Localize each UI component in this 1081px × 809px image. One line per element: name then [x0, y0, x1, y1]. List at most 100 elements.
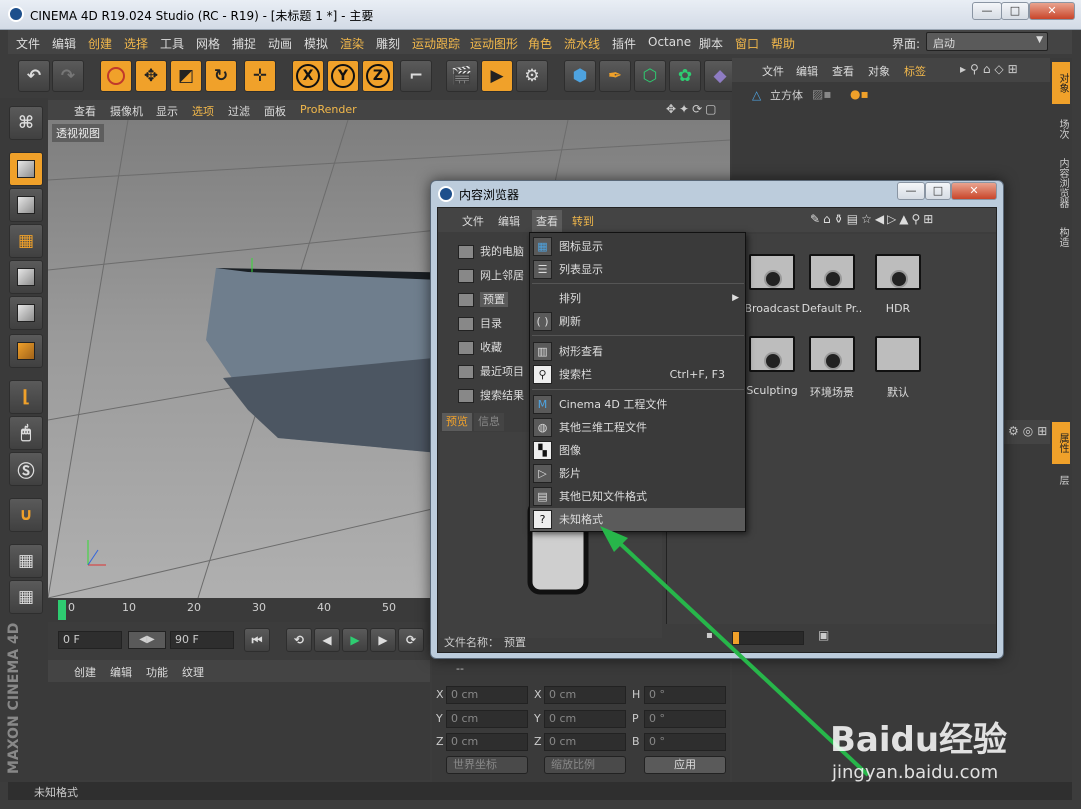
large-thumbnail-icon[interactable]: ▣ — [818, 628, 829, 642]
tab-structure[interactable]: 构造 — [1052, 216, 1070, 258]
magnet-button[interactable]: ∪ — [9, 498, 43, 532]
folder-hdr-icon[interactable] — [875, 254, 921, 290]
menu-create[interactable]: 创建 — [88, 35, 112, 52]
cb-menu-edit[interactable]: 编辑 — [498, 213, 520, 229]
menu-octane[interactable]: Octane — [648, 35, 691, 49]
menu-edit[interactable]: 编辑 — [52, 35, 76, 52]
menu-pipeline[interactable]: 流水线 — [564, 35, 600, 52]
zoom-slider[interactable] — [732, 631, 804, 645]
tree-item-network[interactable]: 网上邻居 — [458, 267, 524, 283]
edges-mode-button[interactable] — [9, 296, 43, 330]
pos-x-field[interactable]: 0 cm — [446, 686, 528, 704]
subdivision-button[interactable]: ⬡ — [634, 60, 666, 92]
material-menu-create[interactable]: 创建 — [74, 664, 96, 680]
prev-frame-button[interactable]: ◀ — [314, 628, 340, 652]
viewport-menu-options[interactable]: 选项 — [192, 103, 214, 119]
grid-workplane-button[interactable]: ▦ — [9, 580, 43, 614]
tree-item-recent[interactable]: 最近项目 — [458, 363, 524, 379]
folder-default-presets-icon[interactable] — [809, 254, 855, 290]
menu-render[interactable]: 渲染 — [340, 35, 364, 52]
tab-objects[interactable]: 对象 — [1052, 62, 1070, 104]
menu-item-sort[interactable]: 排列 ▶ — [530, 287, 745, 310]
small-thumbnail-icon[interactable]: ▪ — [706, 630, 713, 641]
rot-b-field[interactable]: 0 ° — [644, 733, 726, 751]
frame-range-slider[interactable]: ◀▶ — [128, 631, 166, 649]
render-settings-button[interactable]: ⚙ — [516, 60, 548, 92]
tree-item-presets[interactable]: 预置 — [458, 291, 508, 307]
rot-h-field[interactable]: 0 ° — [644, 686, 726, 704]
menu-simulate[interactable]: 模拟 — [304, 35, 328, 52]
menu-item-refresh[interactable]: ( ) 刷新 — [530, 310, 745, 333]
menu-character[interactable]: 角色 — [528, 35, 552, 52]
menu-item-movies[interactable]: ▷ 影片 — [530, 462, 745, 485]
menu-script[interactable]: 脚本 — [699, 35, 723, 52]
menu-item-unknown-formats[interactable]: ? 未知格式 — [530, 508, 745, 531]
coordinate-system-button[interactable]: ⌐ — [400, 60, 432, 92]
viewport-menu-camera[interactable]: 摄像机 — [110, 103, 143, 119]
size-y-field[interactable]: 0 cm — [544, 710, 626, 728]
tree-item-search-results[interactable]: 搜索结果 — [458, 387, 524, 403]
pos-z-field[interactable]: 0 cm — [446, 733, 528, 751]
viewport-menu-prorender[interactable]: ProRender — [300, 103, 357, 116]
points-mode-button[interactable] — [9, 260, 43, 294]
rot-p-field[interactable]: 0 ° — [644, 710, 726, 728]
y-axis-button[interactable]: Y — [327, 60, 359, 92]
tab-info[interactable]: 信息 — [474, 413, 504, 431]
pos-y-field[interactable]: 0 cm — [446, 710, 528, 728]
cube-object-button[interactable]: ⬢ — [564, 60, 596, 92]
cb-toolbar-icons[interactable]: ✎⌂⚱▤☆◀▷▲⚲⊞ — [810, 212, 936, 226]
om-toolbar-icons[interactable]: ▸⚲⌂◇⊞ — [960, 62, 1022, 76]
redo-button[interactable]: ↷ — [52, 60, 84, 92]
transform-button[interactable]: ✛ — [244, 60, 276, 92]
menu-item-other-known-formats[interactable]: ▤ 其他已知文件格式 — [530, 485, 745, 508]
z-axis-button[interactable]: Z — [362, 60, 394, 92]
axis-mode-button[interactable]: ⌊ — [9, 380, 43, 414]
tab-takes[interactable]: 场次 — [1052, 108, 1070, 150]
model-mode-button[interactable] — [9, 152, 43, 186]
menu-item-tree-view[interactable]: ▥ 树形查看 — [530, 340, 745, 363]
close-button[interactable]: ✕ — [1029, 2, 1075, 20]
world-coords-select[interactable]: 世界坐标 — [446, 756, 528, 774]
folder-sculpting-icon[interactable] — [749, 336, 795, 372]
apply-button[interactable]: 应用 — [644, 756, 726, 774]
menu-file[interactable]: 文件 — [16, 35, 40, 52]
tab-content-browser[interactable]: 内容浏览器 — [1052, 154, 1070, 212]
om-menu-file[interactable]: 文件 — [762, 63, 784, 79]
menu-item-icon-view[interactable]: ▦ 图标显示 — [530, 235, 745, 258]
workplane-button[interactable]: ▦ — [9, 224, 43, 258]
live-select-button[interactable] — [100, 60, 132, 92]
array-button[interactable]: ✿ — [669, 60, 701, 92]
material-menu-function[interactable]: 功能 — [146, 664, 168, 680]
scale-select[interactable]: 缩放比例 — [544, 756, 626, 774]
menu-mesh[interactable]: 网格 — [196, 35, 220, 52]
render-view-button[interactable]: 🎬 — [446, 60, 478, 92]
menu-mograph[interactable]: 运动图形 — [470, 35, 518, 52]
tweak-mode-button[interactable]: 🖱 — [9, 416, 43, 450]
menu-item-c4d-files[interactable]: M Cinema 4D 工程文件 — [530, 393, 745, 416]
viewport-nav-icons[interactable]: ✥✦⟳▢ — [666, 102, 720, 116]
maximize-button[interactable]: □ — [1001, 2, 1029, 20]
menu-sculpt[interactable]: 雕刻 — [376, 35, 400, 52]
next-frame-button[interactable]: ▶ — [370, 628, 396, 652]
size-x-field[interactable]: 0 cm — [544, 686, 626, 704]
menu-tools[interactable]: 工具 — [160, 35, 184, 52]
om-menu-view[interactable]: 查看 — [832, 63, 854, 79]
tree-item-favorites[interactable]: 收藏 — [458, 339, 502, 355]
menu-item-search-bar[interactable]: ⚲ 搜索栏 Ctrl+F, F3 — [530, 363, 745, 386]
render-picture-viewer-button[interactable]: ▶ — [481, 60, 513, 92]
polygons-mode-button[interactable] — [9, 334, 43, 368]
menu-select[interactable]: 选择 — [124, 35, 148, 52]
pen-tool-button[interactable]: ✒ — [599, 60, 631, 92]
layout-select[interactable]: 启动 ▼ — [926, 32, 1048, 51]
menu-motion-tracker[interactable]: 运动跟踪 — [412, 35, 460, 52]
folder-default-icon[interactable] — [875, 336, 921, 372]
tree-item-my-computer[interactable]: 我的电脑 — [458, 243, 524, 259]
go-to-start-button[interactable]: ⏮ — [244, 628, 270, 652]
om-menu-object[interactable]: 对象 — [868, 63, 890, 79]
viewport-menu-view[interactable]: 查看 — [74, 103, 96, 119]
om-menu-tags[interactable]: 标签 — [904, 63, 926, 79]
dialog-minimize-button[interactable]: — — [897, 182, 925, 200]
end-frame-field[interactable]: 90 F — [170, 631, 234, 649]
menu-window[interactable]: 窗口 — [735, 35, 759, 52]
viewport-menu-display[interactable]: 显示 — [156, 103, 178, 119]
